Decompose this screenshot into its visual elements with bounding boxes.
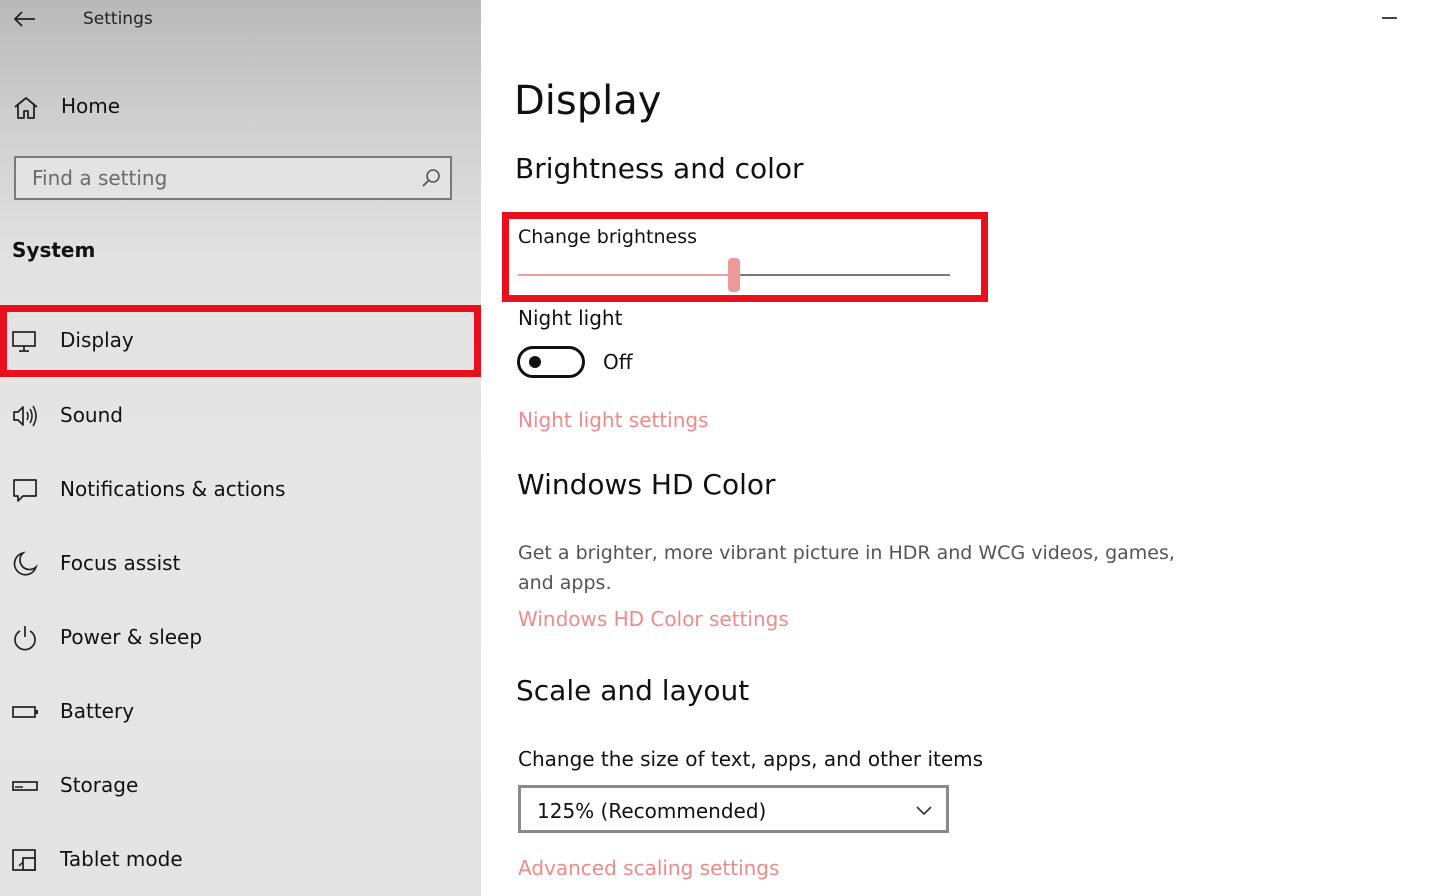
- sidebar-item-label: Display: [60, 328, 134, 352]
- storage-icon: [11, 772, 39, 800]
- brightness-label: Change brightness: [518, 226, 698, 248]
- page-title: Display: [514, 78, 662, 124]
- sidebar-item-label: Storage: [60, 773, 139, 797]
- battery-icon: [11, 698, 39, 726]
- sidebar-item-label: Power & sleep: [60, 625, 203, 649]
- hd-color-settings-link[interactable]: Windows HD Color settings: [518, 607, 789, 631]
- sidebar-item-label: Tablet mode: [60, 847, 183, 871]
- toggle-knob: [529, 356, 541, 368]
- power-icon: [11, 624, 39, 652]
- sidebar-item-label: Notifications & actions: [60, 477, 286, 501]
- tablet-icon: [11, 846, 39, 874]
- sidebar-item-sound[interactable]: Sound: [0, 379, 481, 453]
- sidebar-item-label: Battery: [60, 699, 135, 723]
- section-label-system: System: [12, 238, 96, 262]
- sidebar-item-label: Home: [61, 94, 121, 118]
- arrow-left-icon: [14, 11, 35, 27]
- scale-size-label: Change the size of text, apps, and other…: [518, 747, 984, 771]
- home-icon: [13, 96, 39, 124]
- night-light-toggle[interactable]: [517, 346, 585, 378]
- app-title: Settings: [83, 9, 153, 29]
- scale-dropdown-value: 125% (Recommended): [537, 799, 767, 823]
- scale-layout-heading: Scale and layout: [516, 674, 750, 707]
- brightness-slider[interactable]: [518, 258, 950, 292]
- slider-fill: [518, 274, 734, 276]
- sidebar-item-tablet-mode[interactable]: Tablet mode: [0, 823, 481, 896]
- main-content: Display Brightness and color Change brig…: [481, 0, 1436, 896]
- chevron-down-icon: [916, 806, 932, 816]
- search-box: [14, 156, 452, 200]
- back-button[interactable]: [10, 4, 40, 34]
- notification-icon: [11, 476, 39, 504]
- slider-thumb[interactable]: [728, 258, 740, 292]
- moon-icon: [11, 550, 39, 578]
- search-input[interactable]: [16, 158, 406, 198]
- speaker-icon: [11, 402, 39, 430]
- sidebar-item-label: Sound: [60, 403, 123, 427]
- night-light-state: Off: [603, 350, 633, 374]
- scale-dropdown[interactable]: 125% (Recommended): [518, 785, 949, 833]
- monitor-icon: [11, 327, 39, 355]
- sidebar-item-focus-assist[interactable]: Focus assist: [0, 527, 481, 601]
- night-light-settings-link[interactable]: Night light settings: [518, 408, 709, 432]
- minimize-button[interactable]: [1374, 8, 1404, 28]
- hd-color-heading: Windows HD Color: [517, 468, 776, 501]
- sidebar-item-battery[interactable]: Battery: [0, 675, 481, 749]
- brightness-color-heading: Brightness and color: [515, 152, 804, 185]
- sidebar: Settings Home System: [0, 0, 481, 896]
- sidebar-item-notifications[interactable]: Notifications & actions: [0, 453, 481, 527]
- sidebar-item-display[interactable]: Display: [0, 305, 481, 377]
- settings-window: Settings Home System: [0, 0, 1436, 896]
- advanced-scaling-link[interactable]: Advanced scaling settings: [518, 856, 779, 880]
- sidebar-nav: Display Sound Notifications & actions Fo…: [0, 305, 481, 896]
- hd-color-description: Get a brighter, more vibrant picture in …: [518, 542, 1175, 594]
- search-icon[interactable]: [420, 167, 442, 189]
- sidebar-item-storage[interactable]: Storage: [0, 749, 481, 823]
- sidebar-item-label: Focus assist: [60, 551, 181, 575]
- sidebar-item-home[interactable]: Home: [0, 84, 481, 132]
- sidebar-item-power-sleep[interactable]: Power & sleep: [0, 601, 481, 675]
- night-light-label: Night light: [518, 306, 623, 330]
